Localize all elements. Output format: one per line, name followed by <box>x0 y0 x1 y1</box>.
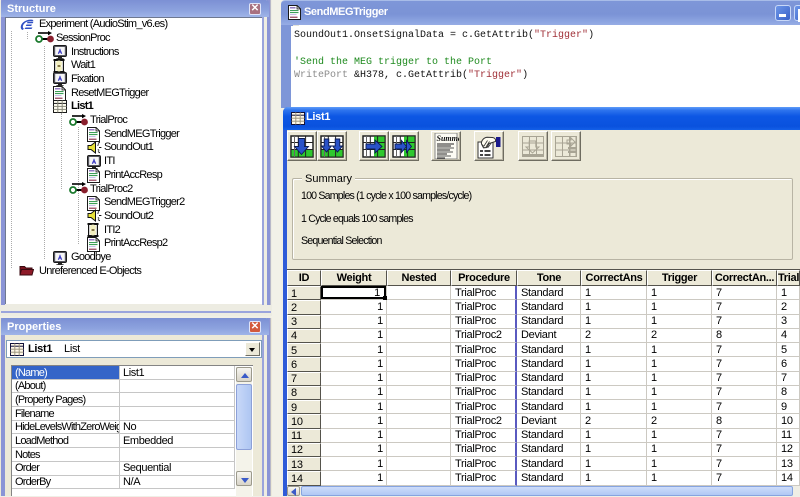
svg-text:Summa: Summa <box>437 134 460 143</box>
